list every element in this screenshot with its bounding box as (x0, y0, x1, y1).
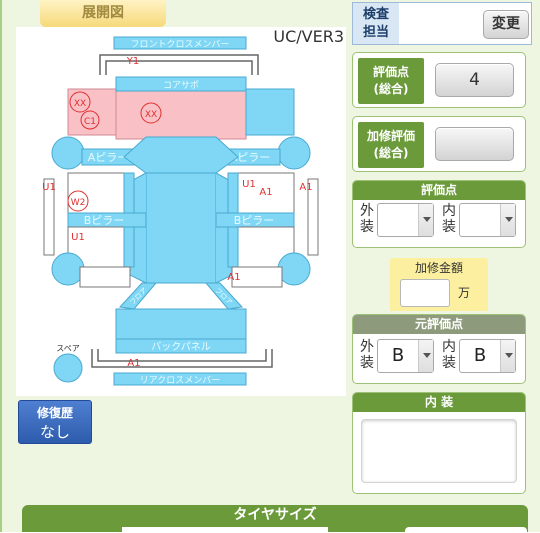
tab-tenkaizu[interactable]: 展開図 (40, 0, 166, 27)
mark-u1-left-bottom: U1 (71, 232, 85, 243)
change-button[interactable]: 変更 (483, 10, 529, 39)
chevron-down-icon (418, 340, 433, 372)
tire-size-field-right[interactable] (405, 527, 527, 533)
interior-section: 内 装 (352, 392, 526, 494)
repair-amount-unit: 万 (458, 286, 471, 300)
total-score-card: 評価点 (総合) 4 (352, 52, 526, 108)
front-left-fender[interactable] (67, 88, 117, 136)
svg-text:Bピラー: Bピラー (84, 214, 125, 227)
chevron-down-icon (418, 204, 433, 236)
repair-eval-label: 加修評価 (総合) (358, 122, 424, 168)
total-score-label: 評価点 (総合) (358, 58, 424, 104)
model-label: UC/VER3 (273, 27, 344, 46)
wheel-front-left[interactable] (51, 136, 85, 170)
inspector-label: 検査 担当 (353, 3, 399, 44)
car-body-svg: フロントクロスメンバー Y1 コアサポ XX C1 XX Aピラー Aピラー B… (42, 36, 319, 386)
svg-text:リアクロスメンバー: リアクロスメンバー (140, 375, 221, 386)
repair-history-button[interactable]: 修復歴 なし (18, 400, 92, 444)
interior-title: 内 装 (353, 393, 525, 412)
mark-a1-floor: A1 (227, 272, 240, 283)
mark-a1-right-inner: A1 (259, 187, 272, 198)
inspector-box: 検査 担当 変更 (352, 2, 532, 45)
front-cross-member-label: フロントクロスメンバー (130, 39, 229, 50)
svg-text:バックパネル: バックパネル (151, 341, 211, 353)
repair-eval-card: 加修評価 (総合) (352, 116, 526, 172)
score-exterior-label: 外 装 (360, 203, 374, 235)
tire-size-header: タイヤサイズ (22, 505, 528, 533)
svg-text:C1: C1 (84, 117, 96, 127)
score-interior-label: 内 装 (442, 203, 456, 235)
repair-eval-button[interactable] (435, 127, 514, 161)
svg-text:Aピラー: Aピラー (88, 151, 129, 164)
mark-y1: Y1 (126, 56, 139, 67)
score-exterior-select[interactable] (377, 203, 434, 237)
chevron-down-icon (500, 340, 515, 372)
core-support-label: コアサポ (163, 80, 199, 91)
original-score-title: 元評価点 (353, 315, 525, 334)
repair-amount-input[interactable] (400, 279, 450, 307)
mark-u1-right: U1 (242, 179, 256, 190)
original-exterior-select[interactable]: B (377, 339, 434, 373)
wheel-rear-left[interactable] (51, 252, 85, 286)
front-windshield[interactable] (123, 136, 239, 174)
score-section: 評価点 外 装 内 装 (352, 180, 526, 248)
original-interior-label: 内 装 (442, 339, 456, 371)
svg-text:W2: W2 (71, 198, 86, 208)
chevron-down-icon (500, 204, 515, 236)
repair-amount-box: 万 (390, 276, 488, 311)
original-interior-select[interactable]: B (459, 339, 516, 373)
left-rear-quarter[interactable] (79, 266, 131, 288)
score-title: 評価点 (353, 181, 525, 200)
original-exterior-label: 外 装 (360, 339, 374, 371)
front-right-fender[interactable] (245, 88, 295, 136)
tire-size-field-left[interactable] (122, 527, 328, 533)
wheel-front-right[interactable] (277, 136, 311, 170)
roof[interactable] (145, 172, 217, 284)
original-score-section: 元評価点 外 装 B 内 装 B (352, 314, 526, 384)
spare-tire[interactable] (53, 353, 83, 383)
total-score-button[interactable]: 4 (435, 63, 514, 97)
interior-textarea[interactable] (361, 419, 517, 483)
svg-text:XX: XX (145, 110, 157, 120)
wheel-rear-right[interactable] (277, 252, 311, 286)
svg-text:XX: XX (74, 99, 86, 109)
front-frame-bracket (99, 54, 259, 75)
mark-a1-rear: A1 (127, 358, 140, 369)
mark-u1-left-top: U1 (42, 182, 56, 193)
svg-text:Bピラー: Bピラー (234, 214, 275, 227)
page-background: 展開図 UC/VER3 フロントクロスメンバー Y1 コアサポ XX C1 XX (0, 0, 540, 533)
svg-text:スペア: スペア (56, 344, 79, 353)
car-damage-diagram: UC/VER3 フロントクロスメンバー Y1 コアサポ XX C1 XX Aピラ… (16, 27, 346, 396)
mark-a1-right-outer: A1 (299, 182, 312, 193)
score-interior-select[interactable] (459, 203, 516, 237)
